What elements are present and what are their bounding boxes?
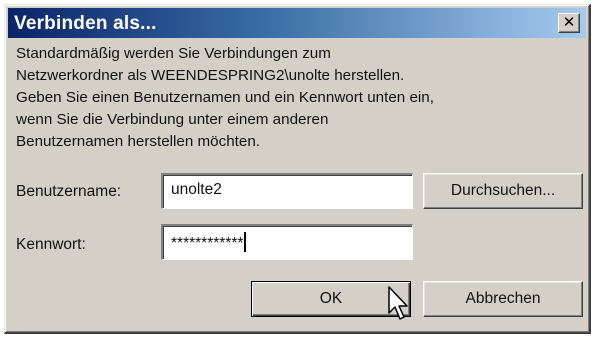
message-line: Geben Sie einen Benutzernamen und ein Ke… [16, 89, 434, 106]
ok-button[interactable]: OK [251, 281, 411, 317]
username-label: Benutzername: [16, 183, 122, 200]
password-label: Kennwort: [16, 236, 86, 253]
mouse-pointer-icon [388, 286, 408, 320]
password-value: ************ [171, 235, 244, 252]
close-button[interactable]: ✕ [558, 13, 580, 33]
username-value: unolte2 [171, 181, 222, 198]
connect-as-dialog: Verbinden als... ✕ Standardmäßig werden … [4, 4, 591, 334]
dialog-title: Verbinden als... [14, 13, 157, 34]
text-caret [244, 232, 247, 252]
dialog-message: Standardmäßig werden Sie Verbindungen zu… [16, 43, 576, 153]
message-line: Benutzernamen herstellen möchten. [16, 133, 260, 150]
message-line: Standardmäßig werden Sie Verbindungen zu… [16, 45, 331, 62]
cancel-button[interactable]: Abbrechen [423, 281, 583, 317]
username-field[interactable]: unolte2 [161, 173, 413, 209]
close-icon: ✕ [562, 14, 576, 31]
message-line: Netzwerkordner als WEENDESPRING2\unolte … [16, 67, 405, 84]
title-bar[interactable]: Verbinden als... ✕ [8, 8, 586, 38]
browse-button[interactable]: Durchsuchen... [423, 173, 583, 209]
password-field[interactable]: ************ [161, 224, 413, 260]
message-line: wenn Sie die Verbindung unter einem ande… [16, 111, 329, 128]
